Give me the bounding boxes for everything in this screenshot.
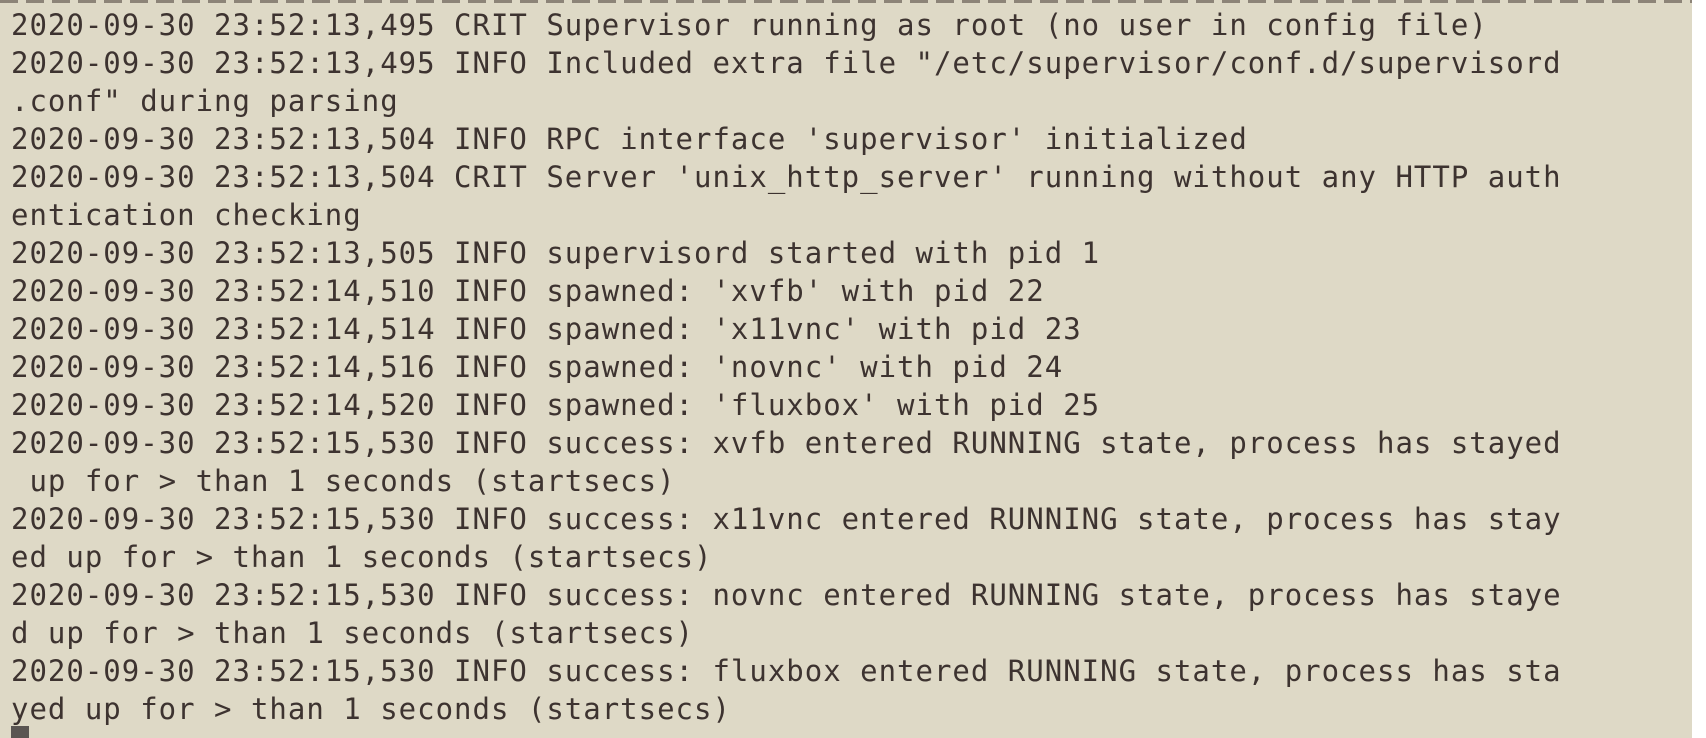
terminal-line: 2020-09-30 23:52:15,530 INFO success: x1… <box>11 502 1562 536</box>
terminal-cursor <box>11 726 29 738</box>
terminal-line: 2020-09-30 23:52:14,516 INFO spawned: 'n… <box>11 350 1064 384</box>
terminal-line: 2020-09-30 23:52:13,504 CRIT Server 'uni… <box>11 160 1562 194</box>
terminal-line: 2020-09-30 23:52:14,510 INFO spawned: 'x… <box>11 274 1045 308</box>
terminal-line: .conf" during parsing <box>11 84 399 118</box>
terminal-line: entication checking <box>11 198 362 232</box>
terminal-line: 2020-09-30 23:52:15,530 INFO success: no… <box>11 578 1562 612</box>
terminal-line: d up for > than 1 seconds (startsecs) <box>11 616 695 650</box>
terminal-line: 2020-09-30 23:52:13,495 INFO Included ex… <box>11 46 1562 80</box>
terminal-line: 2020-09-30 23:52:15,530 INFO success: fl… <box>11 654 1562 688</box>
terminal-line: 2020-09-30 23:52:15,530 INFO success: xv… <box>11 426 1562 460</box>
terminal-line: 2020-09-30 23:52:14,520 INFO spawned: 'f… <box>11 388 1101 422</box>
terminal-line: 2020-09-30 23:52:13,495 CRIT Supervisor … <box>11 8 1488 42</box>
terminal-line: ed up for > than 1 seconds (startsecs) <box>11 540 713 574</box>
partially-scrolled-line <box>0 0 1692 3</box>
scrollbar-track[interactable] <box>1692 0 1706 738</box>
terminal-line: 2020-09-30 23:52:14,514 INFO spawned: 'x… <box>11 312 1082 346</box>
terminal-window[interactable]: 2020-09-30 23:52:13,495 CRIT Supervisor … <box>0 0 1706 738</box>
terminal-output: 2020-09-30 23:52:13,495 CRIT Supervisor … <box>11 6 1691 728</box>
terminal-line: yed up for > than 1 seconds (startsecs) <box>11 692 731 726</box>
terminal-line: 2020-09-30 23:52:13,504 INFO RPC interfa… <box>11 122 1248 156</box>
terminal-line: up for > than 1 seconds (startsecs) <box>11 464 676 498</box>
terminal-line: 2020-09-30 23:52:13,505 INFO supervisord… <box>11 236 1101 270</box>
